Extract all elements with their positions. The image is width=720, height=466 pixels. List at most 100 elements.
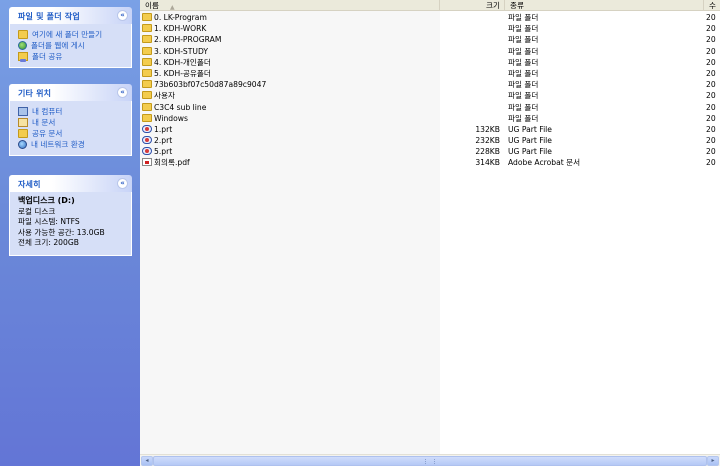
file-list-pane: 이름 ▲ 크기 종류 수 0. LK-Program 파일 폴더 20 1. KDH-… (140, 0, 720, 466)
my-computer-icon (18, 107, 28, 116)
network-places-icon (18, 140, 27, 149)
folder-icon (142, 91, 152, 100)
task-label: 폴더 공유 (32, 52, 63, 61)
file-modified: 20 (706, 24, 716, 34)
file-modified: 20 (706, 113, 716, 123)
other-places-body: 내 컴퓨터 내 문서 공유 문서 내 네트워크 환경 (9, 101, 132, 156)
file-tasks-body: 여기에 새 폴더 만들기 폴더를 웹에 게시 폴더 공유 (9, 24, 132, 68)
file-modified: 20 (706, 147, 716, 157)
place-label: 내 문서 (32, 118, 56, 127)
file-modified: 20 (706, 80, 716, 90)
scroll-right-button[interactable]: ▸ (707, 456, 719, 466)
collapse-icon[interactable]: « (117, 10, 128, 21)
file-row[interactable]: 2.prt 232KB UG Part File 20 (140, 135, 720, 146)
file-tasks-header[interactable]: 파일 및 폴더 작업 « (9, 7, 132, 24)
place-shared-documents[interactable]: 공유 문서 (18, 128, 131, 139)
folder-icon (142, 24, 152, 33)
file-name: 1.prt (154, 124, 173, 134)
column-modified-header[interactable]: 수 (704, 0, 720, 11)
file-type: 파일 폴더 (508, 113, 539, 123)
file-row[interactable]: 1. KDH-WORK 파일 폴더 20 (140, 23, 720, 34)
file-modified: 20 (706, 91, 716, 101)
file-row[interactable]: Windows 파일 폴더 20 (140, 113, 720, 124)
new-folder-icon (18, 30, 28, 39)
file-type: 파일 폴더 (508, 35, 539, 45)
file-row[interactable]: 3. KDH-STUDY 파일 폴더 20 (140, 46, 720, 57)
file-tasks-panel: 파일 및 폴더 작업 « 여기에 새 폴더 만들기 폴더를 웹에 게시 폴더 공… (9, 7, 132, 68)
other-places-header[interactable]: 기타 위치 « (9, 84, 132, 101)
details-header[interactable]: 자세히 « (9, 175, 132, 192)
file-type: Adobe Acrobat 문서 (508, 158, 581, 168)
place-my-computer[interactable]: 내 컴퓨터 (18, 106, 131, 117)
task-publish-web[interactable]: 폴더를 웹에 게시 (18, 40, 131, 51)
file-type: 파일 폴더 (508, 102, 539, 112)
folder-icon (142, 13, 152, 21)
file-row[interactable]: C3C4 sub line 파일 폴더 20 (140, 102, 720, 113)
file-type: 파일 폴더 (508, 24, 539, 34)
task-share-folder[interactable]: 폴더 공유 (18, 51, 131, 62)
total-size: 전체 크기: 200GB (18, 238, 79, 247)
column-modified-label: 수 (709, 1, 716, 10)
ug-part-file-icon (142, 147, 152, 156)
file-type: UG Part File (508, 136, 552, 146)
place-my-documents[interactable]: 내 문서 (18, 117, 131, 128)
place-network[interactable]: 내 네트워크 환경 (18, 139, 131, 150)
folder-icon (142, 68, 152, 77)
column-name-header[interactable]: 이름 ▲ (140, 0, 440, 11)
file-size: 228KB (475, 147, 500, 157)
scrollbar-thumb[interactable] (153, 456, 707, 466)
file-modified: 20 (706, 35, 716, 45)
my-documents-icon (18, 118, 28, 127)
task-label: 여기에 새 폴더 만들기 (32, 30, 103, 39)
collapse-icon[interactable]: « (117, 178, 128, 189)
free-space: 사용 가능한 공간: 13.0GB (18, 227, 105, 237)
file-row[interactable]: 2. KDH-PROGRAM 파일 폴더 20 (140, 34, 720, 45)
scroll-left-button[interactable]: ◂ (141, 456, 153, 466)
collapse-icon[interactable]: « (117, 87, 128, 98)
drive-name: 백업디스크 (D:) (18, 196, 75, 205)
file-modified: 20 (706, 158, 716, 168)
file-row[interactable]: 0. LK-Program 파일 폴더 20 (140, 12, 720, 23)
file-name: 2.prt (154, 136, 173, 146)
column-size-header[interactable]: 크기 (440, 0, 505, 11)
file-row[interactable]: 1.prt 132KB UG Part File 20 (140, 124, 720, 135)
drive-type: 로컬 디스크 (18, 206, 56, 216)
file-type: UG Part File (508, 124, 552, 134)
file-name: 4. KDH-개인폴더 (154, 57, 211, 67)
details-body: 백업디스크 (D:) 로컬 디스크 파일 시스템: NTFS 사용 가능한 공간… (9, 192, 132, 256)
file-row[interactable]: 5. KDH-공유폴더 파일 폴더 20 (140, 68, 720, 79)
horizontal-scrollbar[interactable]: ◂ ▸ (140, 454, 720, 466)
file-row[interactable]: 73b603bf07c50d87a89c9047 파일 폴더 20 (140, 79, 720, 90)
file-modified: 20 (706, 124, 716, 134)
file-type: 파일 폴더 (508, 68, 539, 78)
file-row[interactable]: 회의록.pdf 314KB Adobe Acrobat 문서 20 (140, 157, 720, 168)
file-name: 사용자 (154, 91, 175, 101)
file-modified: 20 (706, 102, 716, 112)
task-label: 폴더를 웹에 게시 (31, 41, 85, 50)
file-row[interactable]: 4. KDH-개인폴더 파일 폴더 20 (140, 57, 720, 68)
task-new-folder[interactable]: 여기에 새 폴더 만들기 (18, 29, 131, 40)
explorer-window: 파일 및 폴더 작업 « 여기에 새 폴더 만들기 폴더를 웹에 게시 폴더 공… (0, 0, 720, 466)
folder-icon (142, 80, 152, 89)
file-type: UG Part File (508, 147, 552, 157)
share-folder-icon (18, 52, 28, 62)
details-panel: 자세히 « 백업디스크 (D:) 로컬 디스크 파일 시스템: NTFS 사용 … (9, 175, 132, 256)
ug-part-file-icon (142, 136, 152, 145)
file-name: 2. KDH-PROGRAM (154, 35, 222, 45)
file-size: 314KB (475, 158, 500, 168)
file-row[interactable]: 사용자 파일 폴더 20 (140, 90, 720, 101)
file-modified: 20 (706, 13, 716, 22)
column-type-header[interactable]: 종류 (505, 0, 704, 11)
file-name: 3. KDH-STUDY (154, 46, 209, 56)
scrollbar-grip-icon (425, 459, 435, 464)
file-size: 232KB (475, 136, 500, 146)
file-type: 파일 폴더 (508, 46, 539, 56)
file-name: 0. LK-Program (154, 13, 207, 22)
pdf-file-icon (142, 158, 152, 167)
file-modified: 20 (706, 68, 716, 78)
file-tasks-title: 파일 및 폴더 작업 (18, 12, 80, 21)
details-title: 자세히 (18, 180, 41, 189)
file-row[interactable]: 5.prt 228KB UG Part File 20 (140, 146, 720, 157)
ug-part-file-icon (142, 124, 152, 133)
place-label: 공유 문서 (32, 129, 63, 138)
